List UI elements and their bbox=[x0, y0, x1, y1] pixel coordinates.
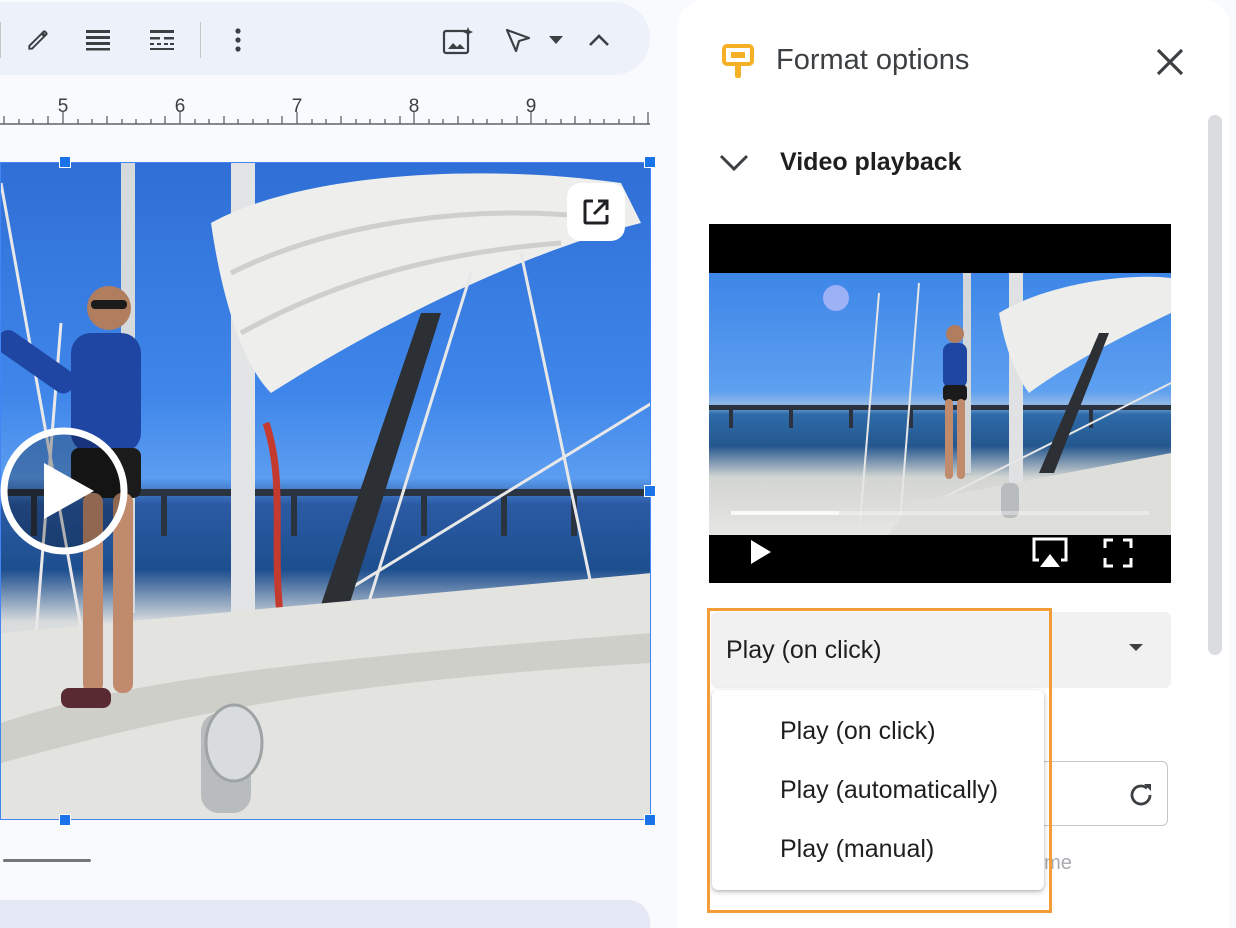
close-button[interactable] bbox=[1152, 44, 1188, 80]
ruler-number: 7 bbox=[291, 96, 303, 117]
ruler-number: 8 bbox=[408, 96, 420, 117]
resize-handle-right[interactable] bbox=[644, 485, 656, 497]
panel-title: Format options bbox=[776, 44, 970, 76]
play-circle-icon bbox=[0, 427, 128, 555]
ruler-ticks bbox=[0, 112, 650, 125]
more-vert-icon[interactable] bbox=[220, 22, 256, 58]
section-title-video-playback[interactable]: Video playback bbox=[780, 148, 962, 177]
menu-item-play-manual[interactable]: Play (manual) bbox=[780, 835, 934, 864]
playback-mode-value: Play (on click) bbox=[726, 636, 882, 664]
play-button[interactable] bbox=[0, 425, 132, 557]
playback-mode-menu: Play (on click) Play (automatically) Pla… bbox=[712, 690, 1044, 890]
speaker-notes-bar[interactable] bbox=[0, 900, 650, 928]
video-preview-image bbox=[709, 273, 1171, 535]
menu-item-play-on-click[interactable]: Play (on click) bbox=[780, 717, 936, 746]
ruler-number: 5 bbox=[57, 96, 69, 117]
horizontal-scrollbar[interactable] bbox=[3, 859, 91, 862]
toolbar-separator bbox=[0, 22, 1, 58]
editor-toolbar bbox=[0, 2, 650, 75]
caret-down-icon[interactable] bbox=[544, 30, 568, 50]
select-cursor-icon[interactable] bbox=[500, 22, 536, 60]
video-progress-bar[interactable] bbox=[731, 511, 1149, 515]
chevron-down-icon[interactable] bbox=[718, 148, 750, 181]
caret-down-icon bbox=[1129, 644, 1143, 651]
format-paint-icon bbox=[722, 44, 754, 85]
close-icon bbox=[1156, 48, 1184, 76]
resize-handle-bottom[interactable] bbox=[59, 814, 71, 826]
chevron-up-icon[interactable] bbox=[584, 26, 614, 54]
preview-play-icon[interactable] bbox=[749, 538, 773, 571]
ruler-number: 6 bbox=[174, 96, 186, 117]
open-in-new-icon bbox=[583, 199, 609, 225]
line-weight-icon[interactable] bbox=[80, 22, 116, 58]
playback-mode-select[interactable]: Play (on click) bbox=[711, 612, 1171, 688]
horizontal-ruler: 5 6 7 8 9 bbox=[0, 90, 650, 130]
pencil-icon[interactable] bbox=[20, 22, 56, 58]
resize-handle-top-right[interactable] bbox=[644, 156, 656, 168]
panel-scrollbar[interactable] bbox=[1208, 115, 1222, 655]
resize-handle-bottom-right[interactable] bbox=[644, 814, 656, 826]
resize-handle-top[interactable] bbox=[59, 156, 71, 168]
ruler-number: 9 bbox=[525, 96, 537, 117]
toolbar-separator bbox=[200, 22, 201, 58]
menu-item-play-automatically[interactable]: Play (automatically) bbox=[780, 776, 998, 805]
airplay-icon[interactable] bbox=[1031, 536, 1069, 575]
video-preview-player[interactable] bbox=[709, 224, 1171, 583]
line-dash-icon[interactable] bbox=[144, 22, 180, 58]
video-progress-fill bbox=[731, 511, 839, 515]
open-in-new-button[interactable] bbox=[567, 183, 625, 241]
fullscreen-icon[interactable] bbox=[1103, 538, 1133, 573]
refresh-icon[interactable] bbox=[1127, 781, 1155, 814]
image-insert-icon[interactable] bbox=[438, 22, 478, 60]
